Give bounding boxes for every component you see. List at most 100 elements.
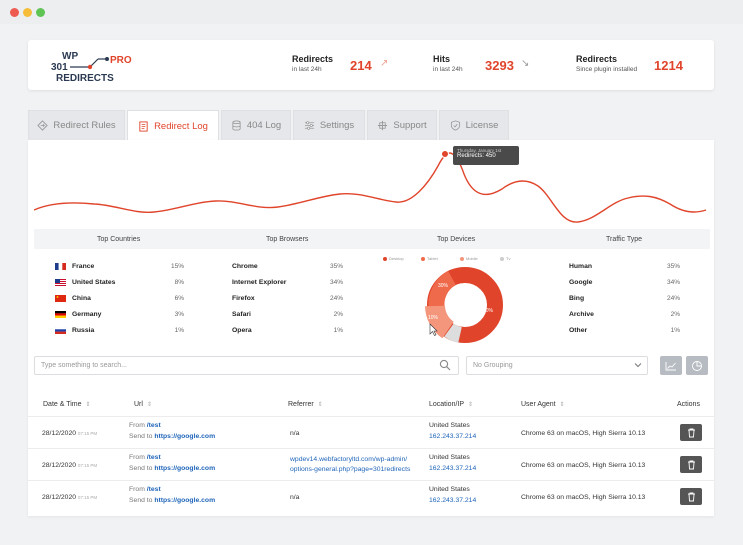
tab-license[interactable]: License <box>439 110 509 140</box>
devices-legend-tablet: Tablet <box>421 256 438 261</box>
top-devices-title: Top Devices <box>437 236 476 243</box>
france-flag-icon <box>55 263 66 270</box>
title-bar <box>0 0 743 24</box>
redirect-icon <box>37 120 49 131</box>
to-link[interactable]: https://google.com <box>154 465 215 472</box>
table-row: 28/12/2020 07:15 PM From /test Send to h… <box>28 480 714 512</box>
traffic-name: Google <box>569 279 593 286</box>
browser-name: Firefox <box>232 295 255 302</box>
tab-redirect-rules[interactable]: Redirect Rules <box>28 110 125 140</box>
sort-icon: ⇕ <box>468 402 474 408</box>
traffic-pct: 1% <box>670 327 680 334</box>
tooltip-value: Redirects: 450 <box>457 153 496 159</box>
pie-chart-icon <box>692 360 702 371</box>
trend-up-icon: ↗ <box>380 58 389 69</box>
chart-active-point[interactable] <box>441 150 449 158</box>
row-from: From /test <box>129 454 161 461</box>
sort-icon: ⇕ <box>85 402 91 408</box>
country-name: China <box>72 295 91 302</box>
stats-header-bar: Top Countries Top Browsers Top Devices T… <box>34 229 710 249</box>
maximize-window-button[interactable] <box>36 8 45 17</box>
tab-label: 404 Log <box>246 120 282 131</box>
table-row: 28/12/2020 07:15 PM Send toFrom /test Se… <box>28 416 714 448</box>
country-pct: 1% <box>174 327 184 334</box>
minimize-window-button[interactable] <box>23 8 32 17</box>
browser-pct: 2% <box>333 311 343 318</box>
to-link[interactable]: https://google.com <box>154 433 215 440</box>
row-referrer: n/a <box>290 430 300 437</box>
close-window-button[interactable] <box>10 8 19 17</box>
from-link[interactable]: /test <box>147 486 161 493</box>
support-icon <box>378 120 388 131</box>
row-date: 28/12/2020 07:15 PM <box>42 462 98 469</box>
stat-redirects-total: Redirects Since plugin installed <box>576 54 637 73</box>
sliders-icon <box>304 121 314 130</box>
stat-hits-24h: Hits in last 24h <box>433 54 463 73</box>
row-to: Send to https://google.com <box>129 497 216 504</box>
row-ip[interactable]: 162.243.37.214 <box>429 465 476 472</box>
tab-404-log[interactable]: 404 Log <box>221 110 291 140</box>
browser-pct: 1% <box>333 327 343 334</box>
table-row: 28/12/2020 07:15 PM From /test Send to h… <box>28 448 714 480</box>
row-to: Send to https://google.com <box>129 433 216 440</box>
row-ip[interactable]: 162.243.37.214 <box>429 433 476 440</box>
column-location[interactable]: Location/IP ⇕ <box>429 401 473 408</box>
country-pct: 6% <box>174 295 184 302</box>
delete-button[interactable] <box>680 488 702 505</box>
row-user-agent: Chrome 63 on macOS, High Sierra 10.13 <box>521 462 646 469</box>
delete-button[interactable] <box>680 456 702 473</box>
devices-label: 60% <box>483 308 494 314</box>
search-icon[interactable] <box>439 359 451 371</box>
devices-legend-desktop: Desktop <box>383 256 404 261</box>
row-from: From /test <box>129 486 161 493</box>
tab-settings[interactable]: Settings <box>293 110 365 140</box>
stat-value: 1214 <box>654 58 683 73</box>
traffic-name: Bing <box>569 295 585 302</box>
row-referrer-link-cont[interactable]: options-general.php?page=301redirects <box>290 466 410 473</box>
row-ip[interactable]: 162.243.37.214 <box>429 497 476 504</box>
from-link[interactable]: /test <box>147 422 161 429</box>
germany-flag-icon <box>55 311 66 318</box>
devices-legend-mobile: Mobile <box>460 256 478 261</box>
column-actions: Actions <box>677 401 700 408</box>
column-url[interactable]: Url ⇕ <box>134 401 152 408</box>
stat-subtitle: in last 24h <box>433 66 463 73</box>
column-user-agent[interactable]: User Agent ⇕ <box>521 401 565 408</box>
sort-icon: ⇕ <box>559 402 565 408</box>
devices-label: 30% <box>438 283 449 289</box>
from-link[interactable]: /test <box>147 454 161 461</box>
grouping-select[interactable]: No Grouping <box>466 356 648 375</box>
trash-icon <box>687 492 695 501</box>
line-chart-icon <box>665 361 676 370</box>
delete-button[interactable] <box>680 424 702 441</box>
row-referrer: n/a <box>290 494 300 501</box>
row-date: 28/12/2020 07:15 PM <box>42 430 98 437</box>
redirect-log-panel: Thursday, January 1st Redirects: 450 Top… <box>28 140 714 516</box>
country-name: France <box>72 263 95 270</box>
row-user-agent: Chrome 63 on macOS, High Sierra 10.13 <box>521 430 646 437</box>
app-window: WP 301 PRO REDIRECTS Redirects in last 2… <box>0 0 743 545</box>
column-referrer[interactable]: Referrer ⇕ <box>288 401 323 408</box>
search-input[interactable]: Type something to search... <box>34 356 459 375</box>
pie-chart-view-button[interactable] <box>686 356 708 375</box>
tab-redirect-log[interactable]: Redirect Log <box>127 110 219 141</box>
stat-title: Hits <box>433 54 451 64</box>
tab-label: Redirect Log <box>154 120 208 132</box>
top-browsers-title: Top Browsers <box>266 236 309 243</box>
tab-support[interactable]: Support <box>367 110 437 140</box>
traffic-name: Human <box>569 263 593 270</box>
stat-value: 3293 <box>485 58 514 73</box>
china-flag-icon <box>55 295 66 302</box>
column-date[interactable]: Date & Time ⇕ <box>43 401 91 408</box>
to-link[interactable]: https://google.com <box>154 497 215 504</box>
browser-name: Safari <box>232 311 251 318</box>
wp301-logo: WP 301 PRO REDIRECTS <box>48 46 158 84</box>
header-bar: WP 301 PRO REDIRECTS Redirects in last 2… <box>28 40 714 90</box>
row-referrer-link[interactable]: wpdev14.webfactoryltd.com/wp-admin/ <box>290 456 407 463</box>
line-chart-view-button[interactable] <box>660 356 682 375</box>
trash-icon <box>687 460 695 469</box>
russia-flag-icon <box>55 327 66 334</box>
browser-pct: 34% <box>329 279 343 286</box>
tab-label: Redirect Rules <box>53 120 116 131</box>
traffic-pct: 35% <box>666 263 680 270</box>
